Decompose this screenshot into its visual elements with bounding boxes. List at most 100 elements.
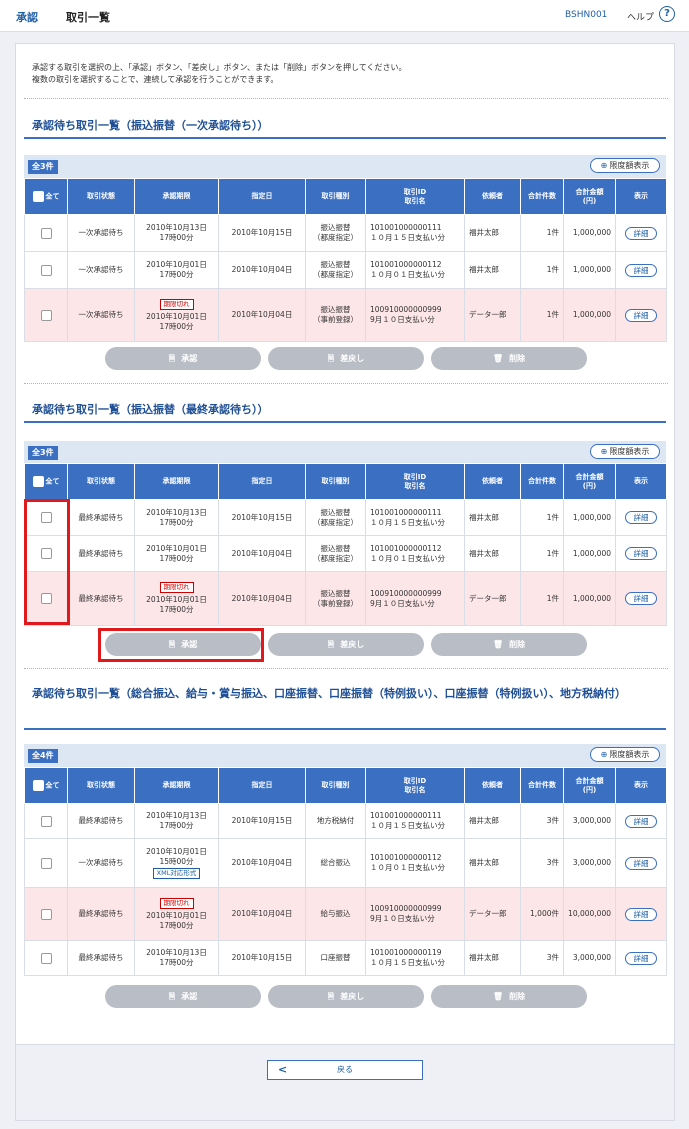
deadline-cell: 期限切れ 2010年10月01日 17時00分 xyxy=(134,571,219,626)
table-row: 最終承認待ち 期限切れ 2010年10月01日 17時00分 2010年10月04日 振込… xyxy=(24,571,667,626)
detail-button[interactable]: 詳細 xyxy=(625,856,657,870)
remand-button-label: 差戻し xyxy=(340,640,365,649)
select-all-header[interactable]: 全て xyxy=(24,178,68,215)
type-line: （事前登録） xyxy=(313,315,358,324)
detail-button[interactable]: 詳細 xyxy=(625,814,657,828)
magnifier-icon: ⊕ xyxy=(600,161,608,170)
transaction-id: 100910000000999 xyxy=(370,588,442,598)
select-all-label: 全て xyxy=(45,192,60,201)
chevron-left-icon: < xyxy=(278,1063,288,1076)
select-all-checkbox[interactable] xyxy=(32,191,44,202)
trash-icon: 🗑 xyxy=(492,992,504,1001)
delete-button[interactable]: 🗑 削除 xyxy=(431,633,587,656)
row-checkbox[interactable] xyxy=(40,908,52,920)
requester-cell: データ一郎 xyxy=(464,571,521,626)
transaction-id: 101001000000112 xyxy=(370,853,442,862)
select-all-checkbox[interactable] xyxy=(32,780,44,791)
count-cell: 1,000件 xyxy=(520,887,564,941)
status-header: 取引状態 xyxy=(67,463,135,500)
limit-display-button[interactable]: ⊕ 限度額表示 xyxy=(590,747,660,762)
breadcrumb-approve[interactable]: 承認 xyxy=(16,9,38,25)
limit-display-button[interactable]: ⊕ 限度額表示 xyxy=(590,444,660,459)
expired-badge: 期限切れ xyxy=(159,582,194,593)
top-bar: 承認 取引一覧 BSHN001 ヘルプ ? xyxy=(0,0,689,32)
help-link[interactable]: ヘルプ xyxy=(627,10,654,23)
row-checkbox[interactable] xyxy=(40,857,52,869)
detail-button[interactable]: 詳細 xyxy=(625,907,657,921)
row-checkbox[interactable] xyxy=(40,815,52,827)
transaction-id-cell: 101001000000111 １０月１５日支払い分 xyxy=(365,803,465,839)
divider xyxy=(24,98,668,99)
deadline-date: 2010年10月13日 xyxy=(146,811,207,820)
detail-cell: 詳細 xyxy=(615,887,667,941)
type-line: 振込振替 xyxy=(320,507,351,517)
help-icon[interactable]: ? xyxy=(659,6,675,22)
show-header: 表示 xyxy=(615,463,667,500)
count-cell: 1件 xyxy=(520,251,564,289)
remand-button[interactable]: 🗎 差戻し xyxy=(268,633,424,656)
detail-cell: 詳細 xyxy=(615,288,667,342)
transaction-table: 全て 取引状態 承認期限 指定日 取引種別 取引ID 取引名 依頼者 合計件数 合計金額 (円) 表示… xyxy=(24,463,667,626)
delete-button[interactable]: 🗑 削除 xyxy=(431,985,587,1008)
row-select-cell[interactable] xyxy=(24,214,68,252)
row-select-cell[interactable] xyxy=(24,838,68,888)
detail-button[interactable]: 詳細 xyxy=(625,951,657,965)
list-toolbar: 全4件 ⊕ 限度額表示 xyxy=(24,744,666,767)
type-line: 総合振込 xyxy=(320,858,351,867)
count-badge: 全3件 xyxy=(28,160,58,174)
requester-cell: データ一郎 xyxy=(464,887,521,941)
back-button[interactable]: < 戻る xyxy=(267,1060,423,1080)
select-all-checkbox[interactable] xyxy=(32,476,44,487)
deadline-time: 17時00分 xyxy=(159,517,194,527)
detail-button[interactable]: 詳細 xyxy=(625,592,657,605)
select-all-header[interactable]: 全て xyxy=(24,767,68,804)
transaction-name: 9月１０日支払い分 xyxy=(370,598,435,608)
transaction-table: 全て 取引状態 承認期限 指定日 取引種別 取引ID 取引名 依頼者 合計件数 合計金額 (円) 表示… xyxy=(24,767,667,976)
select-all-header[interactable]: 全て xyxy=(24,463,68,500)
row-checkbox[interactable] xyxy=(40,227,52,239)
count-cell: 3件 xyxy=(520,803,564,839)
row-select-cell[interactable] xyxy=(24,251,68,289)
detail-button[interactable]: 詳細 xyxy=(625,308,657,322)
row-select-cell[interactable] xyxy=(24,803,68,839)
transaction-table: 全て 取引状態 承認期限 指定日 取引種別 取引ID 取引名 依頼者 合計件数 合計金額 (円) 表示… xyxy=(24,178,667,342)
deadline-date: 2010年10月01日 xyxy=(146,260,207,269)
show-header: 表示 xyxy=(615,178,667,215)
amount-header: 合計金額 (円) xyxy=(563,767,616,804)
row-select-cell[interactable] xyxy=(24,887,68,941)
detail-button[interactable]: 詳細 xyxy=(625,511,657,524)
delete-button[interactable]: 🗑 削除 xyxy=(431,347,587,370)
limit-label: 限度額表示 xyxy=(609,750,650,759)
deadline-cell: 2010年10月13日 17時00分 xyxy=(134,499,219,536)
transaction-id-cell: 101001000000112 １０月０１日支払い分 xyxy=(365,838,465,888)
expired-badge: 期限切れ xyxy=(159,298,194,310)
limit-display-button[interactable]: ⊕ 限度額表示 xyxy=(590,158,660,173)
type-header: 取引種別 xyxy=(305,178,366,215)
amount-cell: 1,000,000 xyxy=(563,214,616,252)
footer xyxy=(16,1044,674,1120)
row-checkbox[interactable] xyxy=(40,264,52,276)
instruction-line: 承認する取引を選択の上、「承認」ボタン、「差戻し」ボタン、または「削除」ボタンを… xyxy=(32,63,407,72)
row-select-cell[interactable] xyxy=(24,288,68,342)
transaction-name: １０月０１日支払い分 xyxy=(370,553,445,563)
requester-header: 依頼者 xyxy=(464,178,521,215)
detail-button[interactable]: 詳細 xyxy=(625,226,657,240)
show-header: 表示 xyxy=(615,767,667,804)
transaction-id: 101001000000119 xyxy=(370,948,442,957)
row-checkbox[interactable] xyxy=(40,309,52,321)
deadline-cell: 2010年10月01日 17時00分 xyxy=(134,535,219,572)
remand-button-label: 差戻し xyxy=(340,354,365,363)
row-checkbox[interactable] xyxy=(40,952,52,964)
status-cell: 最終承認待ち xyxy=(67,887,135,941)
approve-button[interactable]: 🗎 承認 xyxy=(105,347,261,370)
remand-button[interactable]: 🗎 差戻し xyxy=(268,347,424,370)
approve-button[interactable]: 🗎 承認 xyxy=(105,985,261,1008)
detail-button[interactable]: 詳細 xyxy=(625,263,657,277)
transaction-name: １０月１５日支払い分 xyxy=(370,821,445,830)
detail-button[interactable]: 詳細 xyxy=(625,547,657,560)
table-row: 最終承認待ち 2010年10月13日 17時00分 2010年10月15日 振込振替 （都… xyxy=(24,499,667,536)
remand-button[interactable]: 🗎 差戻し xyxy=(268,985,424,1008)
id-header: 取引ID 取引名 xyxy=(365,178,465,215)
row-select-cell[interactable] xyxy=(24,940,68,976)
highlight-checkbox-column xyxy=(24,499,70,625)
